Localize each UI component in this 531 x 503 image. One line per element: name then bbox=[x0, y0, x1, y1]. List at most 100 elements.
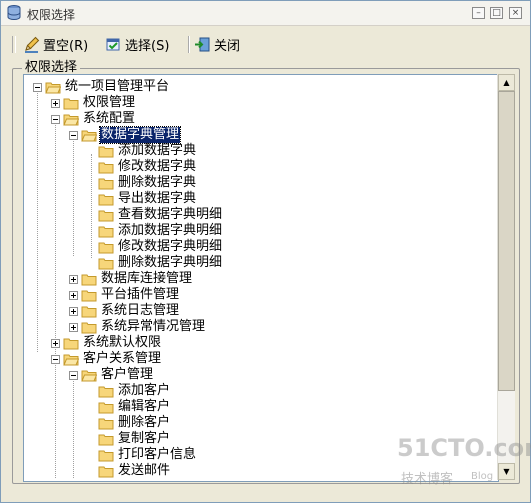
database-icon bbox=[7, 5, 21, 20]
title-bar[interactable]: 权限选择 – □ × bbox=[1, 1, 530, 26]
tree-leaf-label: 删除数据字典明细 bbox=[118, 255, 223, 270]
folder-icon bbox=[98, 402, 114, 413]
tree-node-log-mgmt[interactable]: 系统日志管理 bbox=[24, 303, 180, 319]
folder-icon bbox=[63, 338, 79, 349]
close-button-label: 关闭 bbox=[214, 38, 241, 54]
tree-leaf-label: 添加数据字典 bbox=[118, 143, 197, 158]
collapse-toggle[interactable] bbox=[51, 115, 60, 124]
clear-button[interactable]: 置空(R) bbox=[23, 34, 88, 54]
toolbar-grip[interactable] bbox=[12, 36, 16, 53]
pencil-icon bbox=[25, 36, 40, 53]
expand-toggle[interactable] bbox=[69, 275, 78, 284]
expand-toggle[interactable] bbox=[51, 99, 60, 108]
expand-toggle[interactable] bbox=[69, 291, 78, 300]
groupbox-label: 权限选择 bbox=[22, 56, 81, 75]
close-button[interactable]: 关闭 bbox=[194, 34, 240, 54]
tree-leaf[interactable]: 发送邮件 bbox=[98, 463, 171, 479]
tree-node-exception-mgmt[interactable]: 系统异常情况管理 bbox=[24, 319, 206, 335]
tree-connector bbox=[73, 378, 74, 478]
permission-tree[interactable]: 统一项目管理平台 权限管理 系统配置 数据字典管理 添加数据字典 修改数据字典 bbox=[23, 74, 499, 482]
watermark-brand: 51CTO.com bbox=[397, 434, 531, 462]
folder-open-icon bbox=[81, 130, 97, 141]
minimize-button[interactable]: – bbox=[472, 7, 485, 19]
tree-leaf[interactable]: 导出数据字典 bbox=[98, 191, 197, 207]
folder-open-icon bbox=[63, 114, 79, 125]
tree-leaf[interactable]: 复制客户 bbox=[98, 431, 171, 447]
folder-icon bbox=[98, 434, 114, 445]
folder-icon bbox=[98, 386, 114, 397]
tree-leaf[interactable]: 添加数据字典 bbox=[98, 143, 197, 159]
expand-toggle[interactable] bbox=[69, 307, 78, 316]
folder-icon bbox=[98, 162, 114, 173]
select-button-label: 选择(S) bbox=[125, 38, 170, 54]
tree-leaf-label: 复制客户 bbox=[118, 431, 171, 446]
folder-icon bbox=[98, 226, 114, 237]
tree-node-default-perm[interactable]: 系统默认权限 bbox=[24, 335, 162, 351]
tree-node-db-conn-mgmt[interactable]: 数据库连接管理 bbox=[24, 271, 193, 287]
tree-node-label: 客户关系管理 bbox=[83, 351, 162, 366]
folder-icon bbox=[98, 466, 114, 477]
clear-button-label: 置空(R) bbox=[43, 38, 89, 54]
tree-node-permission-mgmt[interactable]: 权限管理 bbox=[24, 95, 136, 111]
tree-node-crm[interactable]: 客户关系管理 bbox=[24, 351, 162, 367]
scroll-thumb[interactable] bbox=[498, 91, 515, 391]
select-button[interactable]: 选择(S) bbox=[105, 34, 169, 54]
scroll-down-button[interactable]: ▼ bbox=[498, 463, 515, 480]
tree-node-label: 系统配置 bbox=[83, 111, 136, 126]
tree-leaf[interactable]: 添加客户 bbox=[98, 383, 171, 399]
collapse-toggle[interactable] bbox=[69, 371, 78, 380]
toolbar: 置空(R) 选择(S) 关闭 bbox=[1, 30, 530, 58]
tree-node-data-dict-mgmt[interactable]: 数据字典管理 bbox=[24, 126, 182, 144]
tree-leaf[interactable]: 删除数据字典 bbox=[98, 175, 197, 191]
tree-leaf-label: 导出数据字典 bbox=[118, 191, 197, 206]
collapse-toggle[interactable] bbox=[51, 355, 60, 364]
folder-icon bbox=[98, 258, 114, 269]
tree-node-label: 客户管理 bbox=[101, 367, 154, 382]
collapse-toggle[interactable] bbox=[69, 131, 78, 140]
tree-leaf-label: 查看数据字典明细 bbox=[118, 207, 223, 222]
toolbar-separator bbox=[188, 36, 190, 53]
collapse-toggle[interactable] bbox=[33, 83, 42, 92]
tree-node-system-config[interactable]: 系统配置 bbox=[24, 111, 136, 127]
tree-node-label: 权限管理 bbox=[83, 95, 136, 110]
tree-connector bbox=[73, 138, 74, 256]
folder-icon bbox=[98, 194, 114, 205]
tree-node-label: 数据库连接管理 bbox=[101, 271, 193, 286]
close-window-button[interactable]: × bbox=[509, 7, 522, 19]
tree-node-label: 平台插件管理 bbox=[101, 287, 180, 302]
scroll-up-button[interactable]: ▲ bbox=[498, 74, 515, 91]
tree-leaf[interactable]: 修改数据字典明细 bbox=[98, 239, 223, 255]
folder-icon bbox=[98, 242, 114, 253]
tree-leaf-label: 编辑客户 bbox=[118, 399, 171, 414]
tree-node-label-selected: 数据字典管理 bbox=[98, 126, 182, 144]
folder-icon bbox=[98, 450, 114, 461]
tree-leaf[interactable]: 添加数据字典明细 bbox=[98, 223, 223, 239]
tree-leaf[interactable]: 删除客户 bbox=[98, 415, 171, 431]
tree-leaf-label: 删除客户 bbox=[118, 415, 171, 430]
tree-node-plugin-mgmt[interactable]: 平台插件管理 bbox=[24, 287, 180, 303]
permission-select-window: 权限选择 – □ × 置空(R) 选择(S) 关闭 权限选择 统一项目管理平台 … bbox=[0, 0, 531, 503]
tree-leaf[interactable]: 打印客户信息 bbox=[98, 447, 197, 463]
tree-leaf-label: 删除数据字典 bbox=[118, 175, 197, 190]
maximize-button[interactable]: □ bbox=[490, 7, 503, 19]
folder-open-icon bbox=[45, 82, 61, 93]
folder-icon bbox=[98, 210, 114, 221]
folder-icon bbox=[98, 178, 114, 189]
expand-toggle[interactable] bbox=[51, 339, 60, 348]
tree-leaf[interactable]: 删除数据字典明细 bbox=[98, 255, 223, 271]
tree-leaf-label: 发送邮件 bbox=[118, 463, 171, 478]
tree-leaf[interactable]: 查看数据字典明细 bbox=[98, 207, 223, 223]
folder-icon bbox=[98, 146, 114, 157]
tree-leaf-label: 修改数据字典 bbox=[118, 159, 197, 174]
vertical-scrollbar[interactable]: ▲ ▼ bbox=[497, 74, 515, 480]
expand-toggle[interactable] bbox=[69, 323, 78, 332]
tree-connector bbox=[91, 154, 92, 258]
folder-icon bbox=[98, 418, 114, 429]
tree-node-label: 系统日志管理 bbox=[101, 303, 180, 318]
tree-node-customer-mgmt[interactable]: 客户管理 bbox=[24, 367, 154, 383]
tree-leaf-label: 打印客户信息 bbox=[118, 447, 197, 462]
folder-icon bbox=[81, 306, 97, 317]
tree-leaf[interactable]: 编辑客户 bbox=[98, 399, 171, 415]
tree-node-root[interactable]: 统一项目管理平台 bbox=[24, 79, 170, 95]
tree-leaf[interactable]: 修改数据字典 bbox=[98, 159, 197, 175]
